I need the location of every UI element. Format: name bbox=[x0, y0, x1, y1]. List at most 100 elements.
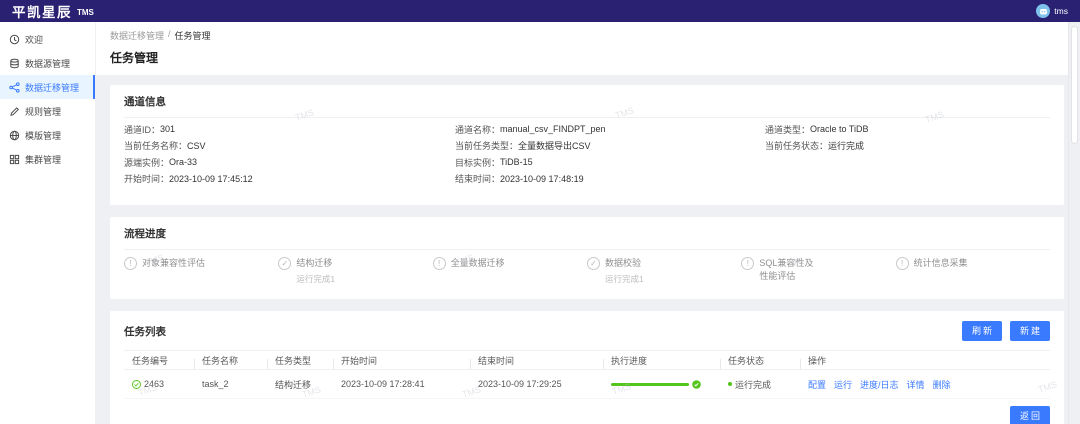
info-circle-icon: ! bbox=[895, 257, 909, 270]
field-label: 当前任务状态： bbox=[765, 141, 829, 152]
field-label: 开始时间： bbox=[124, 174, 170, 185]
back-button[interactable]: 返回 bbox=[1009, 406, 1050, 424]
step-full-data-migration: ! 全量数据迁移 bbox=[432, 257, 587, 286]
step-data-verification: ✓ 数据校验 运行完成1 bbox=[586, 257, 741, 286]
task-id: 2463 bbox=[144, 379, 165, 389]
task-list-buttons: 刷新 新建 bbox=[961, 321, 1050, 341]
task-end-time-cell: 2023-10-09 17:29:25 bbox=[478, 379, 562, 389]
cluster-icon bbox=[9, 154, 20, 164]
avatar-face-icon bbox=[1039, 8, 1047, 14]
task-actions-cell: 配置 运行 进度/日志 详情 删除 bbox=[800, 378, 1050, 391]
status-badge: 运行完成 bbox=[735, 379, 772, 390]
action-progress-log[interactable]: 进度/日志 bbox=[860, 378, 899, 391]
refresh-button[interactable]: 刷新 bbox=[961, 321, 1002, 341]
sidebar-item-clusters[interactable]: 集群管理 bbox=[0, 147, 95, 171]
app-root: 平凯星辰 TMS tms 欢迎 数据源管理 数据迁移管理 规则管理 模版管理 集… bbox=[0, 0, 1080, 424]
task-id-cell: 2463 bbox=[124, 379, 194, 389]
sidebar-item-datasource[interactable]: 数据源管理 bbox=[0, 51, 95, 75]
column-progress: 执行进度 bbox=[603, 354, 720, 369]
field-label: 当前任务类型： bbox=[455, 141, 519, 152]
process-progress-card: 流程进度 ! 对象兼容性评估 ✓ 结构迁移 运行完成1 ! 全量数据迁移 ✓ 数… bbox=[110, 217, 1064, 299]
step-label: 统计信息采集 bbox=[913, 258, 968, 268]
top-header-bar: 平凯星辰 TMS tms bbox=[0, 0, 1080, 22]
sidebar-item-label: 规则管理 bbox=[25, 106, 62, 117]
field-channel-type: 通道类型： Oracle to TiDB bbox=[765, 121, 869, 138]
field-value: manual_csv_FINDPT_pen bbox=[500, 124, 606, 135]
task-status-cell: 运行完成 bbox=[720, 378, 800, 391]
step-sql-compat-perf-assess: ! SQL兼容性及 性能评估 bbox=[741, 257, 895, 286]
step-structure-migration: ✓ 结构迁移 运行完成1 bbox=[278, 257, 432, 286]
field-current-task-status: 当前任务状态： 运行完成 bbox=[765, 138, 869, 155]
sidebar-item-label: 欢迎 bbox=[25, 34, 44, 45]
user-menu[interactable]: tms bbox=[1036, 4, 1068, 18]
column-task-name: 任务名称 bbox=[194, 354, 267, 369]
field-label: 通道ID： bbox=[124, 124, 161, 135]
step-label: 数据校验 bbox=[604, 258, 641, 268]
channel-card-title: 通道信息 bbox=[124, 85, 1050, 118]
action-delete[interactable]: 删除 bbox=[933, 378, 951, 391]
brand-suffix: TMS bbox=[77, 8, 94, 17]
step-label: 对象兼容性评估 bbox=[142, 258, 206, 268]
action-run[interactable]: 运行 bbox=[834, 378, 852, 391]
field-value: 2023-10-09 17:48:19 bbox=[500, 173, 584, 184]
main-content: 数据迁移管理 / 任务管理 任务管理 通道信息 通道ID： 301 当前任务名称… bbox=[96, 22, 1068, 424]
sidebar-item-label: 模版管理 bbox=[25, 130, 62, 141]
task-list-header: 任务列表 刷新 新建 bbox=[124, 311, 1050, 350]
vertical-scrollbar[interactable] bbox=[1068, 22, 1080, 424]
field-label: 目标实例： bbox=[455, 157, 501, 168]
field-label: 通道名称： bbox=[455, 124, 501, 135]
scrollbar-thumb[interactable] bbox=[1071, 26, 1078, 144]
progress-bar bbox=[611, 382, 689, 386]
progress-complete-icon bbox=[692, 379, 701, 389]
task-list-card: 任务列表 刷新 新建 任务编号 任务名称 任务类型 开始时间 结束时间 执行进度… bbox=[110, 311, 1064, 424]
step-label: SQL兼容性及 bbox=[759, 258, 814, 268]
field-current-task-name: 当前任务名称： CSV bbox=[124, 138, 253, 155]
edit-icon bbox=[10, 106, 20, 116]
field-value: 2023-10-09 17:45:12 bbox=[169, 173, 253, 184]
field-label: 源端实例： bbox=[124, 157, 170, 168]
sidebar-item-rules[interactable]: 规则管理 bbox=[0, 99, 95, 123]
username-label: tms bbox=[1054, 6, 1068, 16]
sidebar-nav: 欢迎 数据源管理 数据迁移管理 规则管理 模版管理 集群管理 bbox=[0, 22, 96, 424]
info-circle-icon: ! bbox=[124, 257, 137, 270]
channel-fields-col3: 通道类型： Oracle to TiDB 当前任务状态： 运行完成 bbox=[765, 121, 869, 154]
column-actions: 操作 bbox=[800, 354, 1050, 369]
field-channel-id: 通道ID： 301 bbox=[124, 121, 253, 138]
check-circle-icon: ✓ bbox=[586, 257, 600, 270]
user-avatar[interactable] bbox=[1036, 4, 1051, 18]
field-value: 全量数据导出CSV bbox=[518, 141, 591, 152]
sidebar-item-migration[interactable]: 数据迁移管理 bbox=[0, 75, 95, 99]
progress-card-title: 流程进度 bbox=[124, 217, 1050, 250]
database-icon bbox=[10, 58, 19, 68]
brand-logo: 平凯星辰 bbox=[12, 5, 72, 20]
breadcrumb-separator: / bbox=[168, 29, 171, 39]
field-value: 运行完成 bbox=[828, 141, 865, 152]
action-configure[interactable]: 配置 bbox=[808, 378, 826, 391]
field-start-time: 开始时间： 2023-10-09 17:45:12 bbox=[124, 171, 253, 188]
field-value: Oracle to TiDB bbox=[810, 124, 869, 135]
sidebar-item-templates[interactable]: 模版管理 bbox=[0, 123, 95, 147]
new-task-button[interactable]: 新建 bbox=[1009, 321, 1050, 341]
task-name-cell: task_2 bbox=[202, 379, 229, 389]
step-label: 结构迁移 bbox=[296, 258, 333, 268]
step-object-compat-assess: ! 对象兼容性评估 bbox=[124, 257, 278, 286]
column-end-time: 结束时间 bbox=[470, 354, 603, 369]
channel-info-card: 通道信息 通道ID： 301 当前任务名称： CSV 源端实例： Ora-33 … bbox=[110, 85, 1064, 205]
action-details[interactable]: 详情 bbox=[907, 378, 925, 391]
sidebar-item-welcome[interactable]: 欢迎 bbox=[0, 27, 95, 51]
field-label: 通道类型： bbox=[765, 124, 811, 135]
task-start-time-cell: 2023-10-09 17:28:41 bbox=[341, 379, 425, 389]
field-value: Ora-33 bbox=[169, 157, 198, 168]
field-value: CSV bbox=[187, 140, 206, 151]
info-circle-icon: ! bbox=[741, 257, 755, 270]
column-task-id: 任务编号 bbox=[132, 355, 169, 366]
task-progress-cell bbox=[603, 379, 720, 389]
column-task-type: 任务类型 bbox=[267, 354, 333, 369]
sidebar-item-label: 数据迁移管理 bbox=[25, 82, 80, 93]
step-statistics-collection: ! 统计信息采集 bbox=[895, 257, 1050, 286]
info-circle-icon: ! bbox=[432, 257, 446, 270]
breadcrumb-parent[interactable]: 数据迁移管理 bbox=[110, 29, 164, 42]
field-end-time: 结束时间： 2023-10-09 17:48:19 bbox=[455, 171, 606, 188]
task-type-cell: 结构迁移 bbox=[275, 379, 312, 390]
progress-steps: ! 对象兼容性评估 ✓ 结构迁移 运行完成1 ! 全量数据迁移 ✓ 数据校验 运… bbox=[124, 250, 1050, 286]
